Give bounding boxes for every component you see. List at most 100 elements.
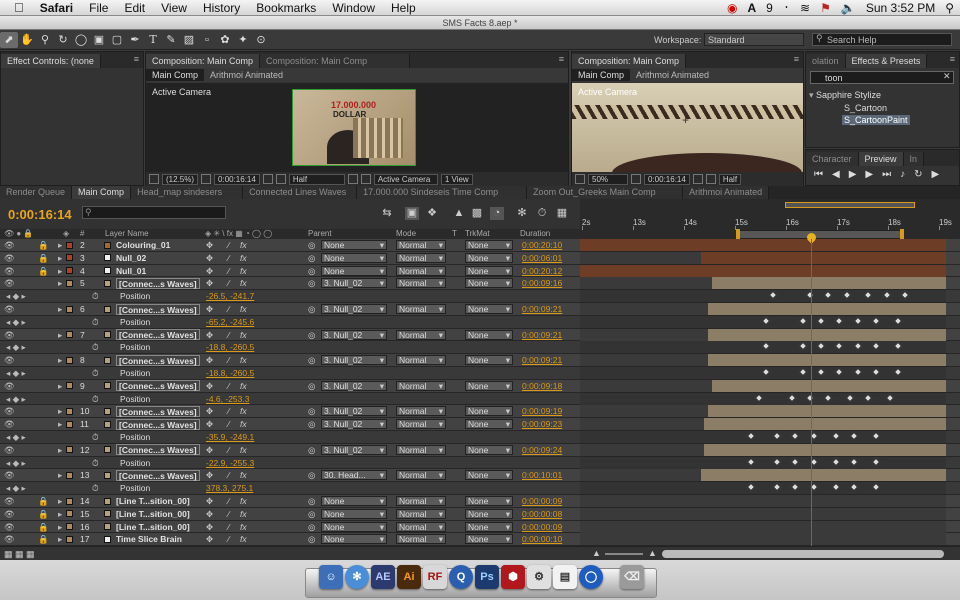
finder-icon[interactable]: ☺ xyxy=(319,565,343,589)
lock-icon[interactable]: 🔒 xyxy=(38,239,49,251)
parent-select[interactable]: 3. Null_02 xyxy=(321,419,387,430)
label-color-swatch[interactable] xyxy=(66,510,73,518)
parent-select[interactable]: 3. Null_02 xyxy=(321,444,387,455)
property-value[interactable]: -22.9, -255.3 xyxy=(206,457,254,469)
fx-switch-icon[interactable]: fx xyxy=(240,380,247,392)
hand-tool-icon[interactable]: ✋ xyxy=(18,32,36,48)
timeline-zoom-slider[interactable] xyxy=(605,553,643,555)
tab-arithmoi-animated[interactable]: Arithmoi Animated xyxy=(683,186,770,199)
fx-switch-icon[interactable]: fx xyxy=(240,405,247,417)
magnification-select[interactable]: (12.5%) xyxy=(162,173,199,185)
tab-17000000-sindeseis[interactable]: 17.000.000 Sindeseis Time Comp xyxy=(357,186,528,199)
reelsmart-icon[interactable]: RF xyxy=(423,565,447,589)
mode-select[interactable]: Normal xyxy=(396,355,446,366)
expand-triangle-icon[interactable]: ▸ xyxy=(58,405,62,417)
property-value[interactable]: -4.6, -253.3 xyxy=(206,393,249,405)
duration-value[interactable]: 0:00:09:21 xyxy=(522,329,562,341)
parent-pickwhip-icon[interactable]: ◎ xyxy=(308,303,315,315)
earth-app-icon[interactable]: ◯ xyxy=(579,565,603,589)
quality-switch-icon[interactable]: ∕ xyxy=(228,521,229,533)
graph-editor-icon[interactable]: ▦ xyxy=(555,207,569,220)
zoom-out-icon[interactable]: ▲ xyxy=(592,548,601,558)
visibility-eye-icon[interactable]: 👁 xyxy=(4,252,15,264)
parent-pickwhip-icon[interactable]: ◎ xyxy=(308,533,315,545)
visibility-eye-icon[interactable]: 👁 xyxy=(4,380,15,392)
magnification-select[interactable]: 50% xyxy=(588,173,628,185)
col-trkmat[interactable]: TrkMat xyxy=(465,229,490,239)
duration-value[interactable]: 0:00:00:10 xyxy=(522,533,562,545)
composition-viewer[interactable]: Active Camera 17.000.000 DOLLAR xyxy=(146,83,568,172)
disclosure-triangle-icon[interactable]: ▾ xyxy=(809,90,814,101)
layer-name[interactable]: [Connec...s Waves] xyxy=(116,418,200,430)
keyframe-nav-icon[interactable]: ◂ ◆ ▸ xyxy=(6,316,26,328)
workspace-select[interactable]: Standard xyxy=(704,33,804,46)
mode-select[interactable]: Normal xyxy=(396,496,446,506)
label-color-swatch[interactable] xyxy=(66,420,73,428)
expand-triangle-icon[interactable]: ▸ xyxy=(58,329,62,341)
duration-value[interactable]: 0:00:06:01 xyxy=(522,252,562,264)
quality-switch-icon[interactable]: ∕ xyxy=(228,265,229,277)
expand-triangle-icon[interactable]: ▸ xyxy=(58,521,62,533)
stopwatch-icon[interactable]: ⏱ xyxy=(92,482,99,494)
menu-safari[interactable]: Safari xyxy=(32,1,81,15)
col-mode[interactable]: Mode xyxy=(396,229,416,239)
layer-row[interactable]: 👁 🔒 ▸ 15 [Line T...sition_00] ✥ ∕ fx ◎ None Normal… xyxy=(0,507,960,521)
parent-select[interactable]: 3. Null_02 xyxy=(321,406,387,417)
layer-duration-bar[interactable] xyxy=(700,251,946,264)
parent-select[interactable]: 3. Null_02 xyxy=(321,355,387,366)
tab-head-map[interactable]: Head_map sindesers xyxy=(131,186,244,199)
fx-switch-icon[interactable]: fx xyxy=(240,508,247,520)
expand-triangle-icon[interactable]: ▸ xyxy=(58,303,62,315)
lock-icon[interactable]: 🔒 xyxy=(38,252,49,264)
property-value[interactable]: -26.5, -241.7 xyxy=(206,290,254,302)
col-layer-name[interactable]: Layer Name xyxy=(105,229,149,239)
expand-triangle-icon[interactable]: ▸ xyxy=(58,239,62,251)
layer-search-input[interactable] xyxy=(82,206,226,219)
loop-icon[interactable]: ↻ xyxy=(914,169,922,180)
channels-icon[interactable] xyxy=(705,174,716,184)
prev-frame-icon[interactable]: ◀ xyxy=(832,169,840,180)
trkmat-select[interactable]: None xyxy=(465,380,513,391)
menu-view[interactable]: View xyxy=(153,1,195,15)
parent-pickwhip-icon[interactable]: ◎ xyxy=(308,521,315,533)
trkmat-select[interactable]: None xyxy=(465,419,513,430)
property-value[interactable]: -18.8, -260.5 xyxy=(206,341,254,353)
layer-row[interactable]: 👁 🔒 ▸ 14 [Line T...sition_00] ✥ ∕ fx ◎ None Normal… xyxy=(0,495,960,508)
trkmat-select[interactable]: None xyxy=(465,496,513,506)
label-color-swatch[interactable] xyxy=(66,279,73,287)
visibility-eye-icon[interactable]: 👁 xyxy=(4,303,15,315)
resolution-select[interactable]: Half xyxy=(288,173,345,185)
fx-switch-icon[interactable]: fx xyxy=(240,239,247,251)
parent-pickwhip-icon[interactable]: ◎ xyxy=(308,354,315,366)
quality-switch-icon[interactable]: ∕ xyxy=(228,252,229,264)
timeline-scrollbar[interactable] xyxy=(662,550,944,558)
duration-value[interactable]: 0:00:09:21 xyxy=(522,354,562,366)
visibility-eye-icon[interactable]: 👁 xyxy=(4,469,15,481)
trkmat-select[interactable]: None xyxy=(465,278,513,289)
tab-character[interactable]: Character xyxy=(806,152,859,166)
parent-pickwhip-icon[interactable]: ◎ xyxy=(308,239,315,251)
type-tool-icon[interactable]: T xyxy=(144,32,162,48)
tab-preview[interactable]: Preview xyxy=(858,152,904,166)
layer-name[interactable]: [Connec...s Waves] xyxy=(116,277,200,289)
parent-select[interactable]: 3. Null_02 xyxy=(321,329,387,340)
label-color-swatch[interactable] xyxy=(66,471,73,479)
tab-composition-main[interactable]: Composition: Main Comp xyxy=(146,54,261,68)
keyframe-nav-icon[interactable]: ◂ ◆ ▸ xyxy=(6,367,26,379)
duration-value[interactable]: 0:00:10:01 xyxy=(522,469,562,481)
after-effects-icon[interactable]: AE xyxy=(371,565,395,589)
property-row[interactable]: ◂ ◆ ▸ ⏱ Position -22.9, -255.3 xyxy=(0,456,960,470)
col-duration[interactable]: Duration xyxy=(520,229,550,239)
pen-tool-icon[interactable]: ✒ xyxy=(126,32,144,48)
shy-switch-icon[interactable]: ✥ xyxy=(206,418,213,430)
live-update-icon[interactable]: ▣ xyxy=(405,207,419,220)
layer-row[interactable]: 👁 🔒 ▸ 17 Time Slice Brain ✥ ∕ fx ◎ None Normal None… xyxy=(0,533,960,546)
shy-switch-icon[interactable]: ✥ xyxy=(206,405,213,417)
parent-pickwhip-icon[interactable]: ◎ xyxy=(308,265,315,277)
parent-pickwhip-icon[interactable]: ◎ xyxy=(308,418,315,430)
fx-switch-icon[interactable]: fx xyxy=(240,533,247,545)
hide-shy-layers-icon[interactable]: ▲ xyxy=(452,207,466,220)
layer-name[interactable]: [Connec...s Waves] xyxy=(116,405,200,417)
effect-item[interactable]: S_Cartoon xyxy=(844,103,887,113)
safe-zones-icon[interactable] xyxy=(631,174,641,184)
